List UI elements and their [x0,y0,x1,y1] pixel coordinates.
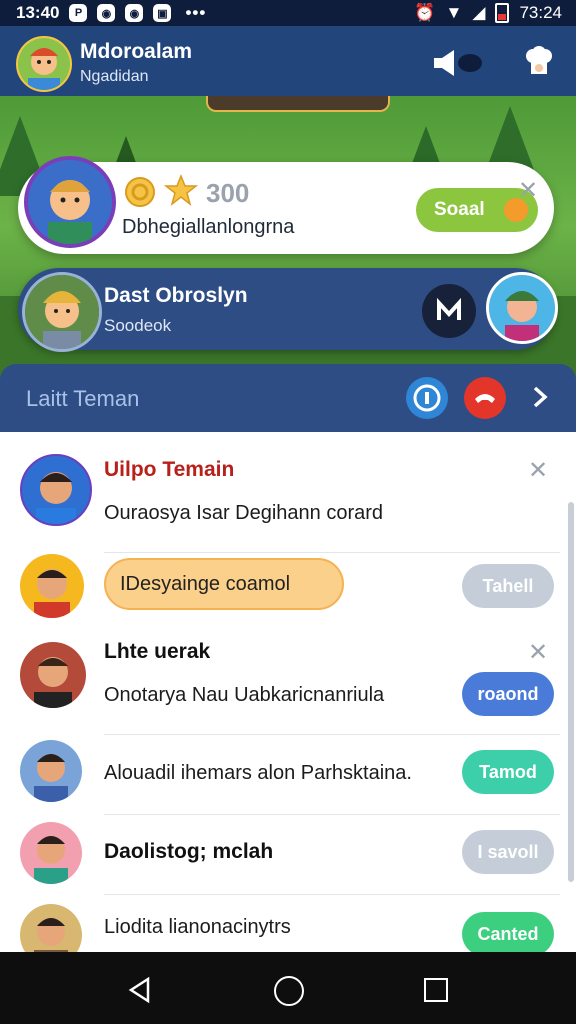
profile-name: Mdoroalam [80,40,193,63]
close-icon[interactable]: ✕ [528,456,548,485]
divider [104,894,560,895]
notification-app-icon: P [69,4,88,22]
phone-icon [475,394,495,403]
friend-action-button[interactable]: I savoll [462,830,554,874]
alarm-icon: ⏰ [414,3,436,22]
friend-message: Onotarya Nau Uabkaricnanriula [104,684,385,706]
notification-app-icon: ▣ [153,4,172,22]
close-icon[interactable]: ✕ [518,176,538,205]
profile-avatar[interactable] [16,36,72,92]
back-icon[interactable] [126,976,154,1004]
player-status: Soodeok [104,316,172,335]
friend-avatar [20,822,82,884]
friend-avatar [20,554,84,618]
friend-name: Uilpo Temain [104,458,235,481]
friend-action-button[interactable]: roaond [462,672,554,716]
info-button[interactable] [406,377,448,419]
status-bar: 13:40 P ◉ ◉ ▣ ••• ⏰ ▼ ◢ 73:24 [0,0,576,26]
quest-avatar [24,156,116,248]
player-avatar [22,272,102,352]
wifi-icon: ▼ [445,3,463,22]
profile-subtitle: Ngadidan [80,68,149,85]
recents-icon[interactable] [424,978,448,1002]
info-icon [413,384,441,412]
status-pill-text: IDesyainge coamol [120,572,291,595]
game-banner [206,96,390,112]
home-icon[interactable] [274,976,304,1006]
friend-action-button[interactable]: Tahell [462,564,554,608]
quest-card[interactable]: 300 Dbhegiallanlongrna Soaal ✕ [18,156,554,254]
friend-name: Liodita lianonacinytrs [104,916,291,938]
close-icon[interactable]: ✕ [528,638,548,667]
friend-list: Uilpo Temain Ouraosya Isar Degihann cora… [0,432,576,952]
friend-message: Ouraosya Isar Degihann corard [104,502,384,524]
send-button-label: Soaal [434,199,485,220]
friends-header: Laitt Teman [0,364,576,432]
quest-text: Dbhegiallanlongrna [122,216,295,238]
speaker-icon[interactable] [430,48,484,78]
friends-title: Laitt Teman [26,386,140,411]
friend-avatar [20,642,86,708]
divider [104,552,560,553]
status-time: 13:40 [16,3,60,22]
friend-action-button[interactable]: Tamod [462,750,554,794]
friend-avatar [20,904,82,952]
coin-icon [125,177,155,207]
player-card[interactable]: Dast Obroslyn Soodeok [18,268,558,352]
friend-name: Daolistog; mclah [104,840,274,863]
message-button[interactable] [422,284,476,338]
app-header: Mdoroalam Ngadidan [0,26,576,96]
chevron-right-icon[interactable] [526,382,554,412]
player-name: Dast Obroslyn [104,284,248,307]
system-nav-bar [0,952,576,1024]
friend-name: Lhte uerak [104,640,211,663]
scrollbar[interactable] [568,502,574,882]
divider [104,734,560,735]
more-notifications-icon: ••• [185,3,207,22]
star-icon [164,174,198,206]
friend-avatar [20,740,82,802]
notification-app-icon: ◉ [97,4,116,22]
battery-icon [495,3,510,23]
chef-hat-icon[interactable] [524,46,554,80]
signal-icon: ◢ [472,3,486,22]
phone-button[interactable] [464,377,506,419]
divider [104,814,560,815]
friend-message: Alouadil ihemars alon Parhsktaina. [104,762,412,784]
quest-score: 300 [206,178,250,208]
status-right: ⏰ ▼ ◢ 73:24 [414,0,562,26]
notification-app-icon: ◉ [125,4,144,22]
friend-avatar[interactable] [486,272,558,344]
status-time-right: 73:24 [519,3,562,22]
m-logo-icon [437,297,461,320]
status-pill: IDesyainge coamol [104,558,344,610]
friend-avatar [20,454,92,526]
friend-action-button[interactable]: Canted [462,912,554,952]
